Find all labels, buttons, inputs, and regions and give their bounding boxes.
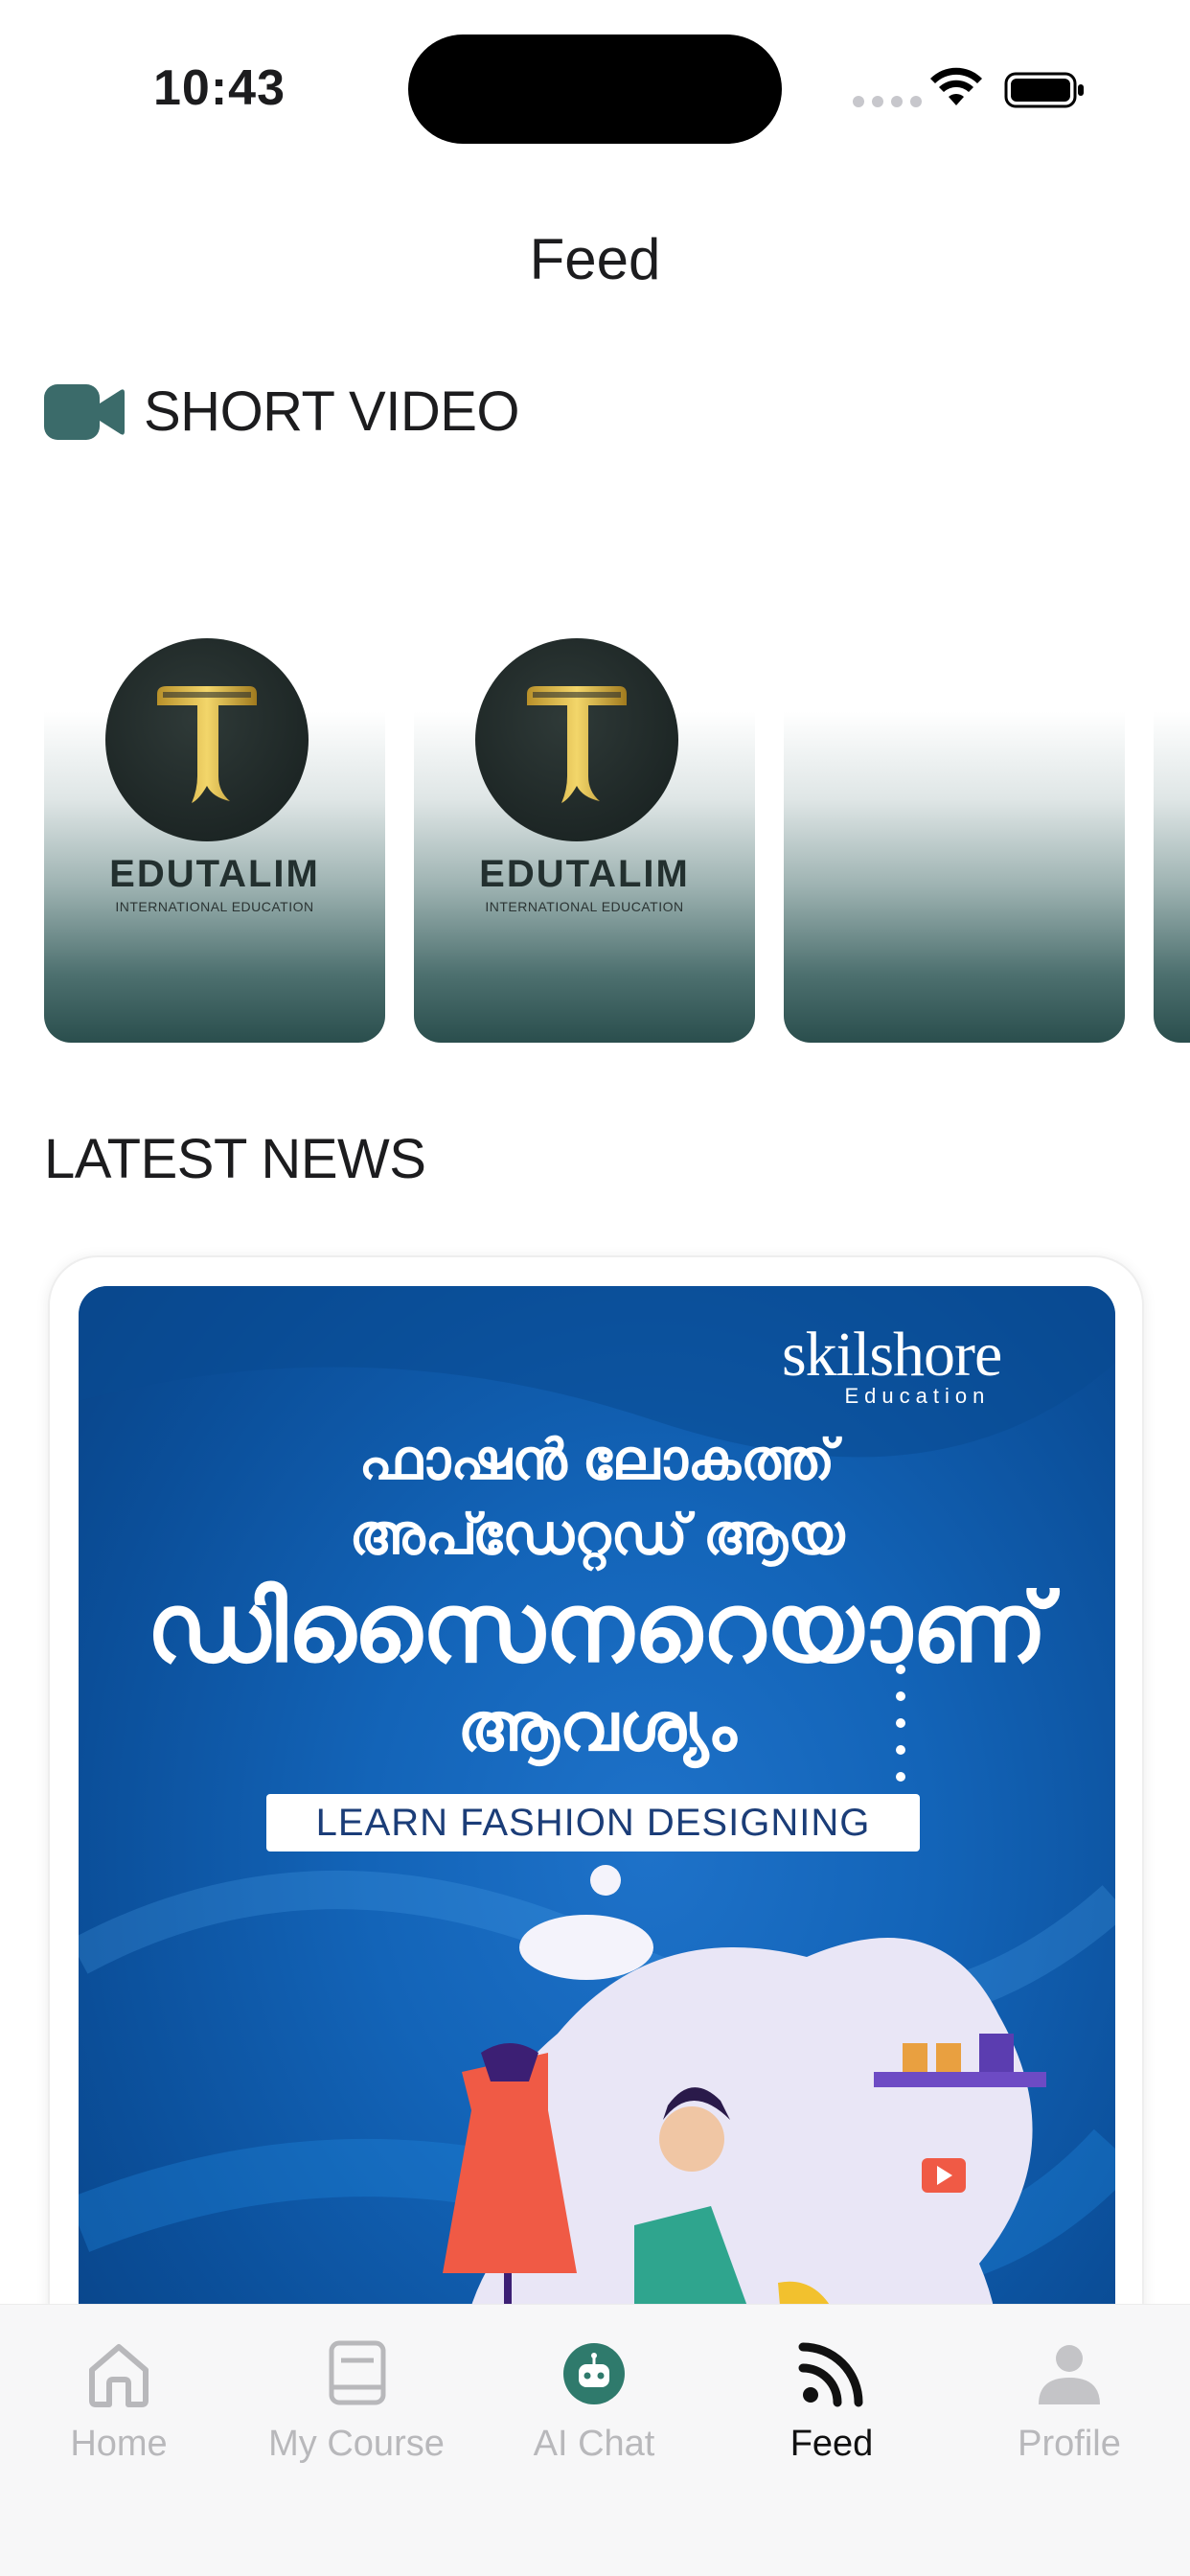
rss-icon [798,2342,863,2407]
tab-home[interactable]: Home [0,2337,238,2472]
page-title: Feed [529,227,661,291]
feed-screen: 10:43 Feed SHORT VIDEO EDUTALIM INTERNAT… [0,0,1190,2576]
latest-news-header: LATEST NEWS [44,1127,426,1191]
card-brand-subtitle: INTERNATIONAL EDUCATION [115,899,314,914]
dynamic-island [408,34,782,144]
short-video-title: SHORT VIDEO [144,380,520,443]
person-icon [1039,2345,1100,2404]
latest-news-title: LATEST NEWS [44,1128,426,1190]
headline-line-1: ഫാഷൻ ലോകത്ത് [358,1429,835,1491]
card-brand-name: EDUTALIM [109,853,320,895]
tab-ai-chat-label: AI Chat [533,2424,655,2464]
tab-ai-chat[interactable]: AI Chat [475,2337,713,2472]
skilshore-logo: skilshore Education [782,1319,1002,1409]
robot-icon [563,2343,625,2404]
tab-feed-label: Feed [790,2424,874,2464]
battery-icon [1004,72,1084,108]
short-video-card[interactable]: EDUTALIM INTERNATIONAL EDUCATION [414,556,755,1043]
short-video-card[interactable] [1154,556,1190,1043]
home-icon [89,2344,149,2407]
card-brand-subtitle: INTERNATIONAL EDUCATION [485,899,684,914]
headline-line-3: ഡിസൈനറെയാണ് [146,1575,1048,1682]
short-video-card[interactable]: EDUTALIM INTERNATIONAL EDUCATION [44,556,385,1043]
decorative-dots [896,1665,905,1808]
tab-profile-label: Profile [1018,2424,1121,2464]
video-camera-icon [44,383,125,440]
skilshore-brand-name: skilshore [782,1320,1002,1390]
tab-profile[interactable]: Profile [950,2337,1188,2472]
tab-home-label: Home [70,2424,168,2464]
wifi-icon [930,67,982,105]
short-video-card[interactable] [784,556,1125,1043]
headline-line-4: ആവശ്യം [457,1690,737,1764]
status-bar: 10:43 [0,0,1190,172]
edutalim-logo [475,638,678,841]
status-time: 10:43 [153,60,286,116]
bottom-tab-bar: Home My Course AI Chat Feed Profile [0,2304,1190,2576]
headline-line-2: അപ്ഡേറ്റഡ് ആയ [349,1504,845,1566]
pen-t-icon [527,686,627,803]
learn-fashion-banner: LEARN FASHION DESIGNING [266,1794,920,1852]
cellular-signal-icon [853,96,922,107]
book-icon [329,2340,386,2405]
card-brand-name: EDUTALIM [479,853,690,895]
tab-feed[interactable]: Feed [713,2337,950,2472]
edutalim-logo [105,638,309,841]
tab-my-course[interactable]: My Course [238,2337,475,2472]
tab-my-course-label: My Course [268,2424,445,2464]
pen-t-icon [157,686,257,803]
short-video-header: SHORT VIDEO [44,380,520,444]
short-video-carousel[interactable]: EDUTALIM INTERNATIONAL EDUCATION EDUTALI… [44,556,1190,1043]
